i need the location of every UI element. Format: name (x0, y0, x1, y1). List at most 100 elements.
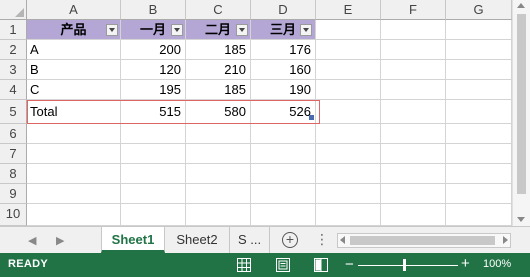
cell-g1[interactable] (446, 20, 512, 40)
row-header-2[interactable]: 2 (0, 40, 27, 60)
cell-a3[interactable]: B (27, 60, 121, 80)
row-header-3[interactable]: 3 (0, 60, 27, 80)
cell-b2[interactable]: 200 (121, 40, 186, 60)
cell-f4[interactable] (381, 80, 446, 100)
column-header-g[interactable]: G (446, 0, 512, 20)
add-sheet-button[interactable]: + (282, 232, 298, 248)
cell-d6[interactable] (251, 124, 316, 144)
horizontal-scrollbar[interactable] (337, 233, 511, 248)
cell-g6[interactable] (446, 124, 512, 144)
cell-d8[interactable] (251, 164, 316, 184)
page-break-preview-icon[interactable] (314, 258, 328, 272)
cell-f8[interactable] (381, 164, 446, 184)
horizontal-scroll-thumb[interactable] (350, 236, 495, 245)
cell-b9[interactable] (121, 184, 186, 204)
vertical-scrollbar[interactable] (512, 0, 530, 226)
cell-c8[interactable] (186, 164, 251, 184)
page-layout-icon[interactable] (276, 258, 290, 272)
cell-c10[interactable] (186, 204, 251, 226)
cell-a7[interactable] (27, 144, 121, 164)
cell-f10[interactable] (381, 204, 446, 226)
row-header-9[interactable]: 9 (0, 184, 27, 204)
zoom-slider[interactable] (358, 265, 458, 266)
cell-c4[interactable]: 185 (186, 80, 251, 100)
cell-c5[interactable]: 580 (186, 100, 251, 124)
cell-e2[interactable] (316, 40, 381, 60)
cell-g8[interactable] (446, 164, 512, 184)
cell-c9[interactable] (186, 184, 251, 204)
scroll-up-icon[interactable] (517, 3, 525, 8)
cell-b3[interactable]: 120 (121, 60, 186, 80)
cell-b10[interactable] (121, 204, 186, 226)
select-all-corner[interactable] (0, 0, 27, 20)
column-header-e[interactable]: E (316, 0, 381, 20)
cell-g10[interactable] (446, 204, 512, 226)
cell-f1[interactable] (381, 20, 446, 40)
column-header-f[interactable]: F (381, 0, 446, 20)
cell-f6[interactable] (381, 124, 446, 144)
tab-prev-icon[interactable]: ◀ (28, 234, 36, 247)
cell-f9[interactable] (381, 184, 446, 204)
cell-d10[interactable] (251, 204, 316, 226)
scroll-right-icon[interactable] (503, 236, 508, 244)
cell-a6[interactable] (27, 124, 121, 144)
scroll-down-icon[interactable] (517, 217, 525, 222)
cell-b8[interactable] (121, 164, 186, 184)
cell-a2[interactable]: A (27, 40, 121, 60)
cell-g4[interactable] (446, 80, 512, 100)
cell-c7[interactable] (186, 144, 251, 164)
cell-a9[interactable] (27, 184, 121, 204)
fill-handle[interactable] (309, 115, 314, 120)
cell-g7[interactable] (446, 144, 512, 164)
row-header-7[interactable]: 7 (0, 144, 27, 164)
zoom-out-button[interactable]: − (345, 256, 354, 273)
filter-dropdown-icon[interactable] (106, 24, 118, 36)
cell-d7[interactable] (251, 144, 316, 164)
column-header-d[interactable]: D (251, 0, 316, 20)
cell-e8[interactable] (316, 164, 381, 184)
column-header-b[interactable]: B (121, 0, 186, 20)
cell-e5[interactable] (316, 100, 381, 124)
cell-b4[interactable]: 195 (121, 80, 186, 100)
cell-g2[interactable] (446, 40, 512, 60)
cell-d4[interactable]: 190 (251, 80, 316, 100)
tab-sheet2[interactable]: Sheet2 (165, 227, 230, 253)
filter-dropdown-icon[interactable] (236, 24, 248, 36)
zoom-slider-thumb[interactable] (403, 259, 406, 271)
filter-dropdown-icon[interactable] (300, 24, 312, 36)
row-header-5[interactable]: 5 (0, 100, 27, 124)
cell-b6[interactable] (121, 124, 186, 144)
cell-e3[interactable] (316, 60, 381, 80)
cell-f5[interactable] (381, 100, 446, 124)
cell-c2[interactable]: 185 (186, 40, 251, 60)
cell-c6[interactable] (186, 124, 251, 144)
cell-a5[interactable]: Total (27, 100, 121, 124)
row-header-4[interactable]: 4 (0, 80, 27, 100)
cell-e1[interactable] (316, 20, 381, 40)
cell-d2[interactable]: 176 (251, 40, 316, 60)
cell-e6[interactable] (316, 124, 381, 144)
zoom-in-button[interactable]: + (461, 255, 470, 272)
cell-e10[interactable] (316, 204, 381, 226)
more-options-icon[interactable]: ⋮ (315, 232, 329, 246)
cell-d5[interactable]: 526 (251, 100, 316, 124)
cell-b5[interactable]: 515 (121, 100, 186, 124)
cell-d9[interactable] (251, 184, 316, 204)
row-header-8[interactable]: 8 (0, 164, 27, 184)
cell-e4[interactable] (316, 80, 381, 100)
scroll-left-icon[interactable] (340, 236, 345, 244)
cell-g9[interactable] (446, 184, 512, 204)
vertical-scroll-thumb[interactable] (517, 14, 526, 194)
tab-sheet1[interactable]: Sheet1 (101, 227, 165, 253)
row-header-6[interactable]: 6 (0, 124, 27, 144)
cell-a4[interactable]: C (27, 80, 121, 100)
cell-g3[interactable] (446, 60, 512, 80)
filter-dropdown-icon[interactable] (171, 24, 183, 36)
cell-a8[interactable] (27, 164, 121, 184)
cell-b7[interactable] (121, 144, 186, 164)
row-header-10[interactable]: 10 (0, 204, 27, 226)
cell-g5[interactable] (446, 100, 512, 124)
cell-e7[interactable] (316, 144, 381, 164)
column-header-c[interactable]: C (186, 0, 251, 20)
column-header-a[interactable]: A (27, 0, 121, 20)
